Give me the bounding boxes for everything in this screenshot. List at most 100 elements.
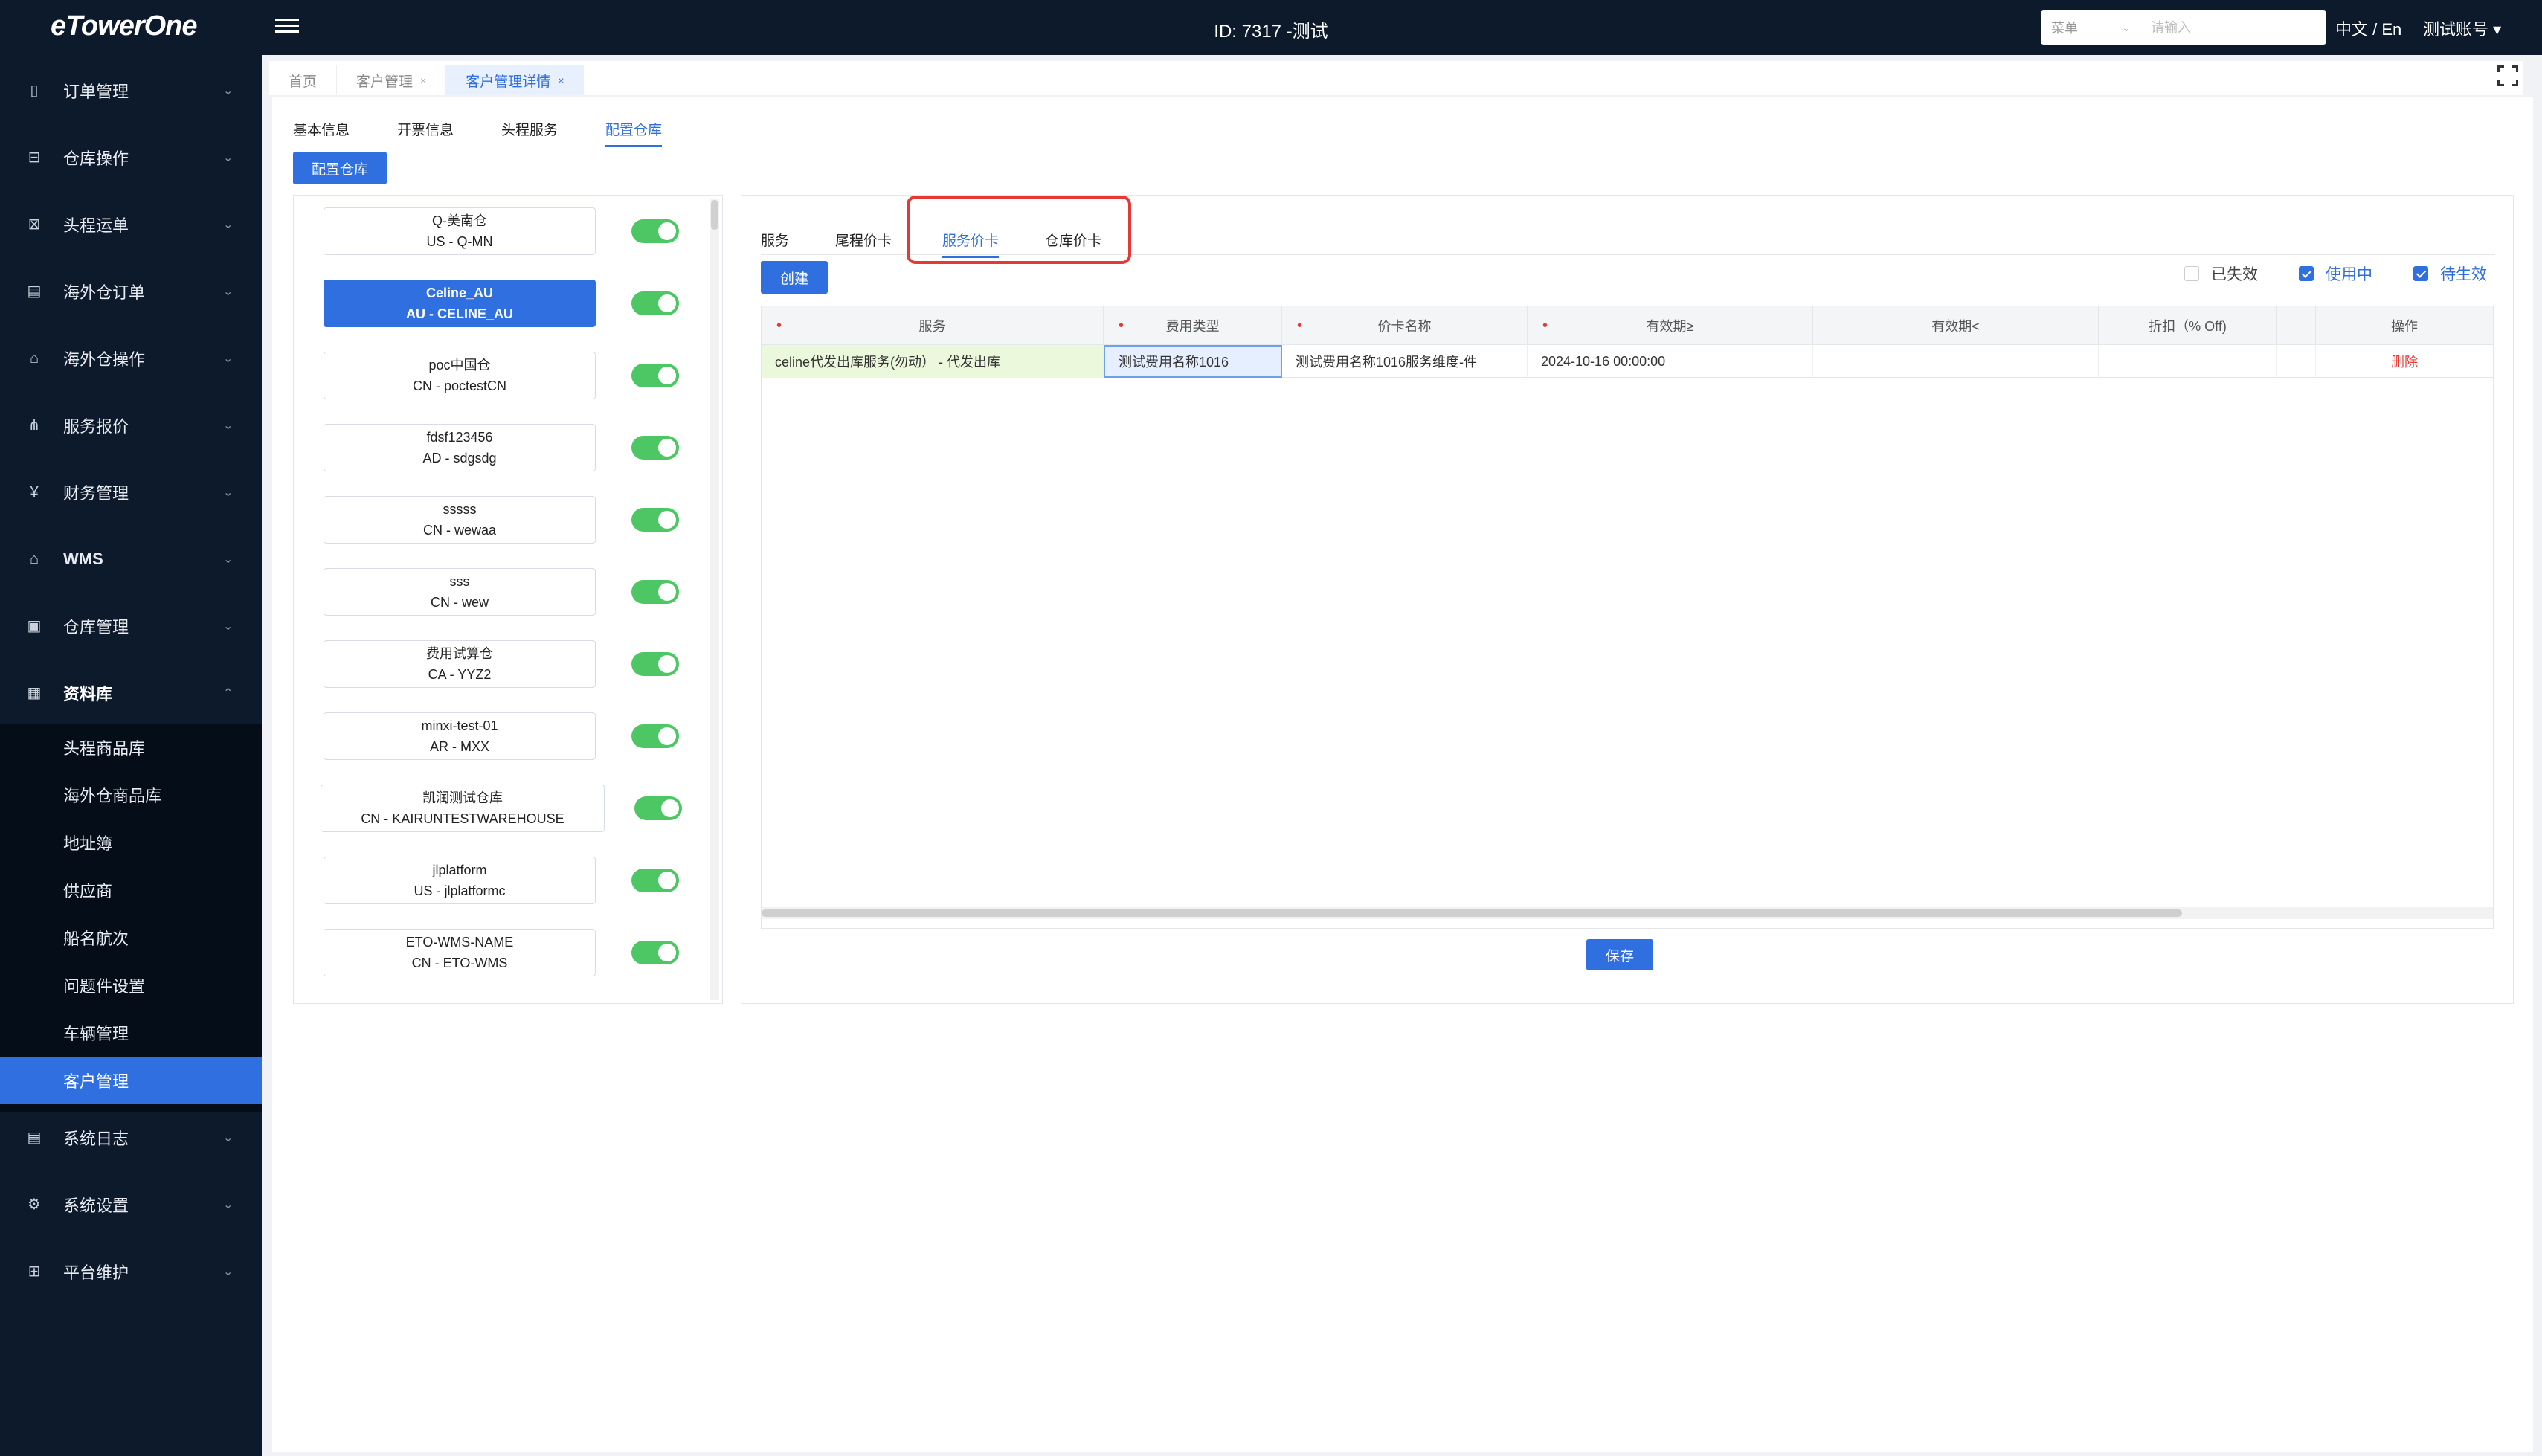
warehouse-toggle[interactable] [631, 219, 679, 243]
warehouse-card[interactable]: 费用试算仓 CA - YYZ2 [324, 640, 596, 688]
submenu-item-suppliers[interactable]: 供应商 [0, 867, 262, 913]
chevron-down-icon: ⌄ [223, 1266, 234, 1278]
checkbox[interactable] [2184, 266, 2199, 281]
menu-select[interactable]: 菜单 ⌄ [2041, 10, 2140, 45]
warehouse-card[interactable]: sssss CN - wewaa [324, 496, 596, 544]
warehouse-card[interactable]: Celine_AU AU - CELINE_AU [324, 280, 596, 327]
horizontal-scrollbar[interactable] [762, 907, 2493, 919]
warehouse-toggle[interactable] [631, 364, 679, 387]
sidebar-item-library[interactable]: ▦ 资料库 ⌃ [0, 672, 262, 714]
scrollbar[interactable] [710, 199, 719, 1000]
warehouse-code: US - jlplatformc [414, 883, 506, 898]
tab-home[interactable]: 首页 [269, 65, 338, 95]
submenu-item-vessel-voyage[interactable]: 船名航次 [0, 915, 262, 961]
warehouse-card[interactable]: ETO-WMS-NAME CN - ETO-WMS [324, 929, 596, 976]
column-header-extra [2277, 306, 2316, 345]
warehouse-name: minxi-test-01 [421, 718, 498, 733]
subtab-basic-info[interactable]: 基本信息 [293, 119, 350, 147]
tab-customer-mgmt[interactable]: 客户管理 × [337, 65, 447, 95]
cell-valid-to[interactable] [1813, 345, 2099, 378]
menu-search: 菜单 ⌄ [2041, 10, 2326, 45]
cell-discount[interactable] [2099, 345, 2277, 378]
sidebar-item-warehouse-ops[interactable]: ⊟ 仓库操作 ⌄ [0, 137, 262, 178]
filter-active[interactable]: 使用中 [2299, 262, 2372, 285]
warehouse-toggle[interactable] [631, 652, 679, 676]
sidebar-item-label: 头程运单 [63, 216, 129, 235]
filter-pending[interactable]: 待生效 [2413, 262, 2487, 285]
warehouse-name: Q-美南仓 [432, 213, 487, 228]
cell-valid-from[interactable]: 2024-10-16 00:00:00 [1528, 345, 1813, 378]
required-mark: • [776, 317, 782, 334]
warehouse-toggle[interactable] [631, 291, 679, 315]
tab-customer-detail[interactable]: 客户管理详情 × [446, 65, 585, 95]
submenu-item-problem-settings[interactable]: 问题件设置 [0, 962, 262, 1008]
sidebar-item-overseas-ops[interactable]: ⌂ 海外仓操作 ⌄ [0, 338, 262, 379]
cell-card-name[interactable]: 测试费用名称1016服务维度-件 [1282, 345, 1528, 378]
tab-service[interactable]: 服务 [761, 230, 789, 256]
sidebar-item-finance[interactable]: ¥ 财务管理 ⌄ [0, 471, 262, 513]
sidebar-item-orders[interactable]: ▯ 订单管理 ⌄ [0, 70, 262, 112]
sidebar-item-system-settings[interactable]: ⚙ 系统设置 ⌄ [0, 1184, 262, 1225]
warehouse-toggle[interactable] [631, 508, 679, 532]
warehouse-toggle[interactable] [631, 869, 679, 892]
warehouse-toggle[interactable] [631, 724, 679, 748]
language-switch[interactable]: 中文 / En [2335, 16, 2401, 40]
sidebar-item-label: 订单管理 [63, 83, 129, 101]
checkbox[interactable] [2413, 266, 2428, 281]
save-button[interactable]: 保存 [1586, 939, 1653, 970]
subtab-first-leg-service[interactable]: 头程服务 [501, 119, 558, 147]
warehouse-name: fdsf123456 [426, 430, 493, 445]
header-label: 费用类型 [1165, 319, 1220, 334]
cell-fee-type[interactable]: 测试费用名称1016 [1104, 345, 1282, 378]
sidebar-item-quotes[interactable]: ⋔ 服务报价 ⌄ [0, 405, 262, 446]
warehouse-card[interactable]: poc中国仓 CN - poctestCN [324, 352, 596, 399]
warehouse-toggle[interactable] [631, 941, 679, 964]
submenu-item-vehicles[interactable]: 车辆管理 [0, 1010, 262, 1056]
account-menu[interactable]: 测试账号 ▾ [2423, 16, 2501, 40]
chevron-down-icon: ⌄ [223, 352, 234, 365]
warehouse-toggle[interactable] [634, 796, 682, 820]
config-warehouse-button[interactable]: 配置仓库 [293, 152, 387, 184]
table-row[interactable]: celine代发出库服务(勿动） - 代发出库 测试费用名称1016 测试费用名… [762, 345, 2493, 378]
submenu-item-overseas-products[interactable]: 海外仓商品库 [0, 772, 262, 818]
menu-search-input[interactable] [2140, 11, 2326, 44]
sidebar-item-overseas-orders[interactable]: ▤ 海外仓订单 ⌄ [0, 271, 262, 312]
create-button[interactable]: 创建 [761, 261, 828, 294]
sidebar-item-warehouse-mgmt[interactable]: ▣ 仓库管理 ⌄ [0, 605, 262, 647]
library-submenu: 头程商品库 海外仓商品库 地址簿 供应商 船名航次 问题件设置 车辆管理 客户管… [0, 724, 262, 1112]
warehouse-card[interactable]: sss CN - wew [324, 568, 596, 616]
close-icon[interactable]: × [420, 74, 426, 86]
cell-service[interactable]: celine代发出库服务(勿动） - 代发出库 [762, 345, 1104, 378]
header-label: 价卡名称 [1377, 319, 1432, 334]
sidebar-item-first-leg[interactable]: ⊠ 头程运单 ⌄ [0, 204, 262, 245]
chevron-down-icon: ⌄ [223, 620, 234, 633]
warehouse-card[interactable]: fdsf123456 AD - sdgsdg [324, 424, 596, 471]
sidebar-item-wms[interactable]: ⌂ WMS ⌄ [0, 538, 262, 580]
filter-expired[interactable]: 已失效 [2184, 262, 2258, 285]
warehouse-code: CN - poctestCN [412, 379, 507, 393]
menu-toggle-icon[interactable] [275, 15, 299, 39]
warehouse-card[interactable]: jlplatform US - jlplatformc [324, 857, 596, 904]
warehouse-toggle[interactable] [631, 580, 679, 604]
submenu-item-first-leg-products[interactable]: 头程商品库 [0, 724, 262, 770]
header-label: 有效期≥ [1646, 319, 1694, 334]
submenu-item-customer-mgmt[interactable]: 客户管理 [0, 1057, 262, 1104]
warehouse-card[interactable]: 凯润测试仓库 CN - KAIRUNTESTWAREHOUSE [321, 785, 605, 832]
subtab-config-warehouse[interactable]: 配置仓库 [605, 119, 663, 147]
delete-link[interactable]: 删除 [2316, 345, 2493, 378]
detail-subtabs: 基本信息 开票信息 头程服务 配置仓库 [293, 119, 709, 147]
submenu-item-address-book[interactable]: 地址簿 [0, 819, 262, 866]
sidebar-item-system-log[interactable]: ▤ 系统日志 ⌄ [0, 1117, 262, 1159]
filter-label: 已失效 [2211, 266, 2258, 283]
document-icon: ▯ [30, 83, 39, 99]
checkbox[interactable] [2299, 266, 2314, 281]
warehouse-card[interactable]: Q-美南仓 US - Q-MN [324, 207, 596, 255]
warehouse-card[interactable]: minxi-test-01 AR - MXX [324, 712, 596, 760]
sidebar-item-platform[interactable]: ⊞ 平台维护 ⌄ [0, 1251, 262, 1292]
tab-last-mile-card[interactable]: 尾程价卡 [835, 230, 892, 256]
log-icon: ▤ [27, 1130, 42, 1146]
close-icon[interactable]: × [558, 74, 564, 86]
subtab-invoice-info[interactable]: 开票信息 [397, 119, 454, 147]
warehouse-toggle[interactable] [631, 436, 679, 460]
fullscreen-icon[interactable] [2497, 65, 2518, 86]
